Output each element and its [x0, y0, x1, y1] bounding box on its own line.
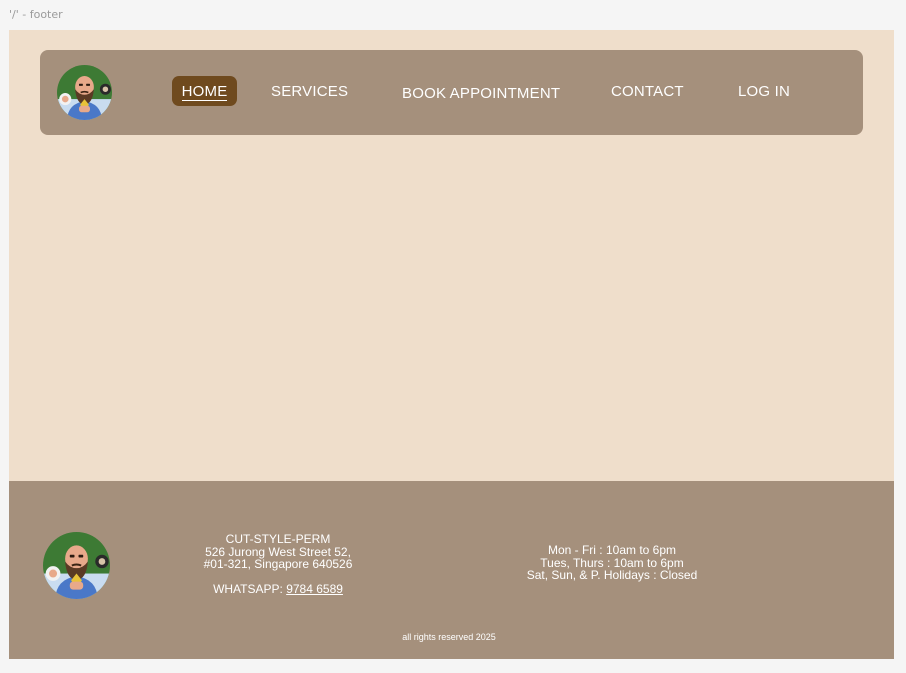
nav-book-appointment-link[interactable]: BOOK APPOINTMENT — [402, 85, 560, 102]
whatsapp-contact: WHATSAPP: 9784 6589 — [178, 582, 378, 596]
frame-label: '/' - footer — [9, 8, 63, 21]
footer: CUT-STYLE-PERM 526 Jurong West Street 52… — [9, 481, 894, 659]
page-frame: HOME SERVICES BOOK APPOINTMENT CONTACT L… — [9, 30, 894, 659]
nav-home-label: HOME — [181, 83, 228, 101]
nav-home-link[interactable]: HOME — [172, 76, 237, 106]
navbar: HOME SERVICES BOOK APPOINTMENT CONTACT L… — [40, 50, 863, 135]
footer-address: CUT-STYLE-PERM 526 Jurong West Street 52… — [178, 533, 378, 571]
copyright: all rights reserved 2025 — [402, 632, 496, 642]
nav-login-link[interactable]: LOG IN — [738, 83, 790, 100]
barber-avatar-icon[interactable] — [57, 65, 112, 120]
nav-services-link[interactable]: SERVICES — [271, 83, 348, 100]
nav-contact-link[interactable]: CONTACT — [611, 83, 684, 100]
whatsapp-label: WHATSAPP: — [213, 582, 287, 596]
business-name: CUT-STYLE-PERM — [225, 532, 331, 546]
address-line-2: #01-321, Singapore 640526 — [203, 557, 353, 571]
barber-avatar-icon — [43, 532, 110, 599]
hours-line: Mon - Fri : 10am to 6pm — [547, 543, 677, 557]
hours-line: Sat, Sun, & P. Holidays : Closed — [526, 568, 698, 582]
whatsapp-number-link[interactable]: 9784 6589 — [286, 582, 343, 596]
opening-hours: Mon - Fri : 10am to 6pm Tues, Thurs : 10… — [502, 544, 722, 582]
